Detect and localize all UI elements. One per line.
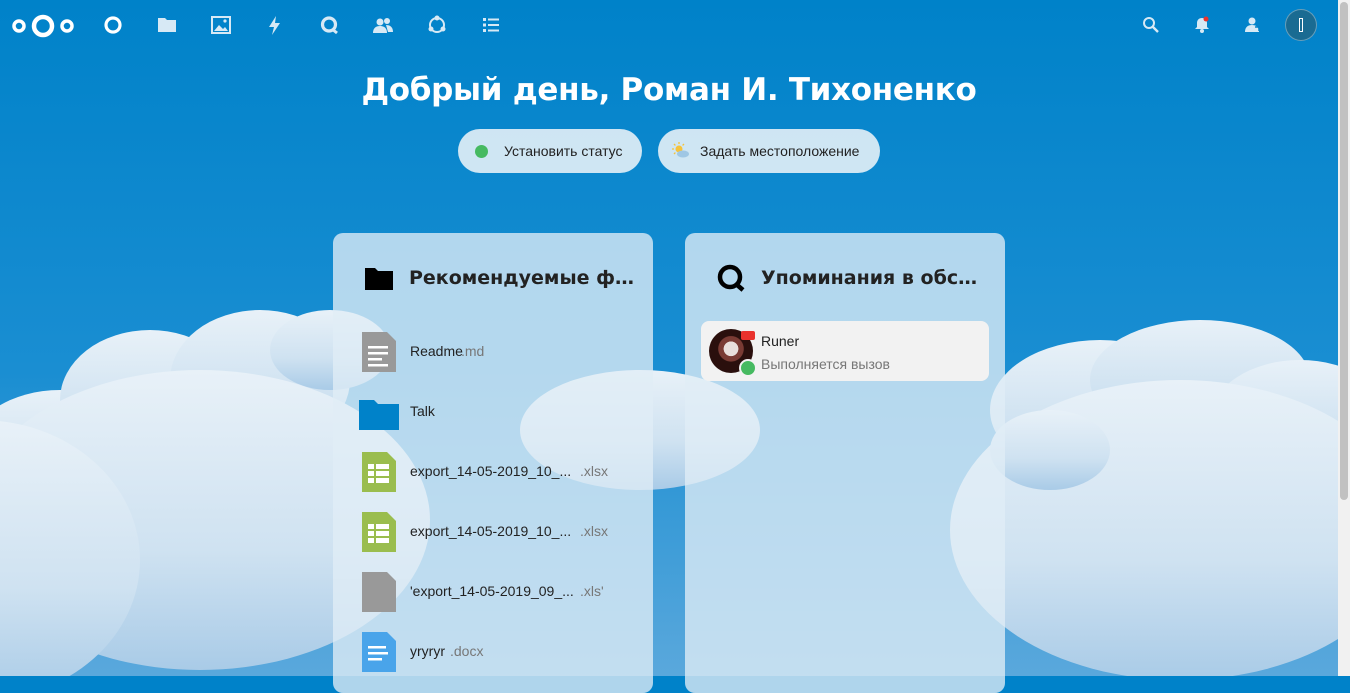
- video-call-icon: [741, 331, 755, 340]
- text-file-icon: [359, 332, 399, 372]
- generic-file-icon: [359, 572, 399, 612]
- conversation-subtitle: Выполняется вызов: [761, 356, 890, 372]
- file-extension: .md: [461, 343, 485, 359]
- user-avatar[interactable]: [1285, 9, 1317, 41]
- spreadsheet-icon: [359, 512, 399, 552]
- page-scrollbar[interactable]: [1338, 0, 1350, 676]
- panel-header: Упоминания в обсуждениях: [685, 263, 1005, 293]
- set-location-label: Задать местоположение: [700, 143, 860, 159]
- panel-title[interactable]: Упоминания в обсуждениях: [761, 267, 989, 289]
- files-icon[interactable]: [156, 14, 178, 36]
- list-item[interactable]: Talk: [333, 387, 653, 437]
- file-extension: .xls': [580, 583, 604, 599]
- conversation-item[interactable]: Runer Выполняется вызов: [701, 321, 989, 381]
- folder-icon: [364, 265, 394, 291]
- set-location-button[interactable]: Задать местоположение: [658, 129, 880, 173]
- list-item[interactable]: 'export_14-05-2019_09_... .xls': [333, 567, 653, 617]
- file-name: yryryr: [410, 643, 445, 659]
- panel-title[interactable]: Рекомендуемые файлы: [409, 267, 637, 289]
- contacts-icon[interactable]: [372, 14, 394, 36]
- file-name: 'export_14-05-2019_09_...: [410, 583, 574, 599]
- scrollbar-thumb[interactable]: [1340, 2, 1348, 500]
- contacts-menu-icon[interactable]: [1242, 15, 1262, 35]
- set-status-label: Установить статус: [504, 143, 623, 159]
- online-status-icon: [475, 144, 488, 158]
- file-name: export_14-05-2019_10_...: [410, 523, 572, 539]
- recommended-files-panel: Рекомендуемые файлы Readme .md Talk expo…: [333, 233, 653, 693]
- file-name: Readme: [410, 343, 463, 359]
- weather-icon: [672, 142, 690, 160]
- panel-header: Рекомендуемые файлы: [333, 263, 653, 293]
- list-item[interactable]: export_14-05-2019_10_... .xlsx: [333, 507, 653, 557]
- activity-icon[interactable]: [264, 14, 286, 36]
- file-extension: .xlsx: [580, 463, 608, 479]
- conversation-name: Runer: [761, 333, 800, 349]
- spreadsheet-icon: [359, 452, 399, 492]
- folder-icon: [359, 392, 399, 432]
- file-name: Talk: [410, 403, 435, 419]
- file-name: export_14-05-2019_10_...: [410, 463, 572, 479]
- document-icon: [359, 632, 399, 672]
- talk-icon: [716, 263, 746, 293]
- nextcloud-logo[interactable]: [12, 13, 74, 44]
- circles-icon[interactable]: [426, 14, 448, 36]
- top-bar: [0, 0, 1338, 50]
- tasks-icon[interactable]: [480, 14, 502, 36]
- talk-mentions-panel: Упоминания в обсуждениях Runer Выполняет…: [685, 233, 1005, 693]
- list-item[interactable]: export_14-05-2019_10_... .xlsx: [333, 447, 653, 497]
- notifications-icon[interactable]: [1192, 15, 1212, 35]
- file-extension: .xlsx: [580, 523, 608, 539]
- dashboard-icon[interactable]: [102, 14, 124, 36]
- list-item[interactable]: yryryr .docx: [333, 627, 653, 677]
- photos-icon[interactable]: [210, 14, 232, 36]
- search-icon[interactable]: [1141, 15, 1161, 35]
- set-status-button[interactable]: Установить статус: [458, 129, 642, 173]
- list-item[interactable]: Readme .md: [333, 327, 653, 377]
- greeting-title: Добрый день, Роман И. Тихоненко: [361, 72, 977, 108]
- talk-icon[interactable]: [318, 14, 340, 36]
- file-extension: .docx: [450, 643, 484, 659]
- online-status-icon: [739, 359, 757, 377]
